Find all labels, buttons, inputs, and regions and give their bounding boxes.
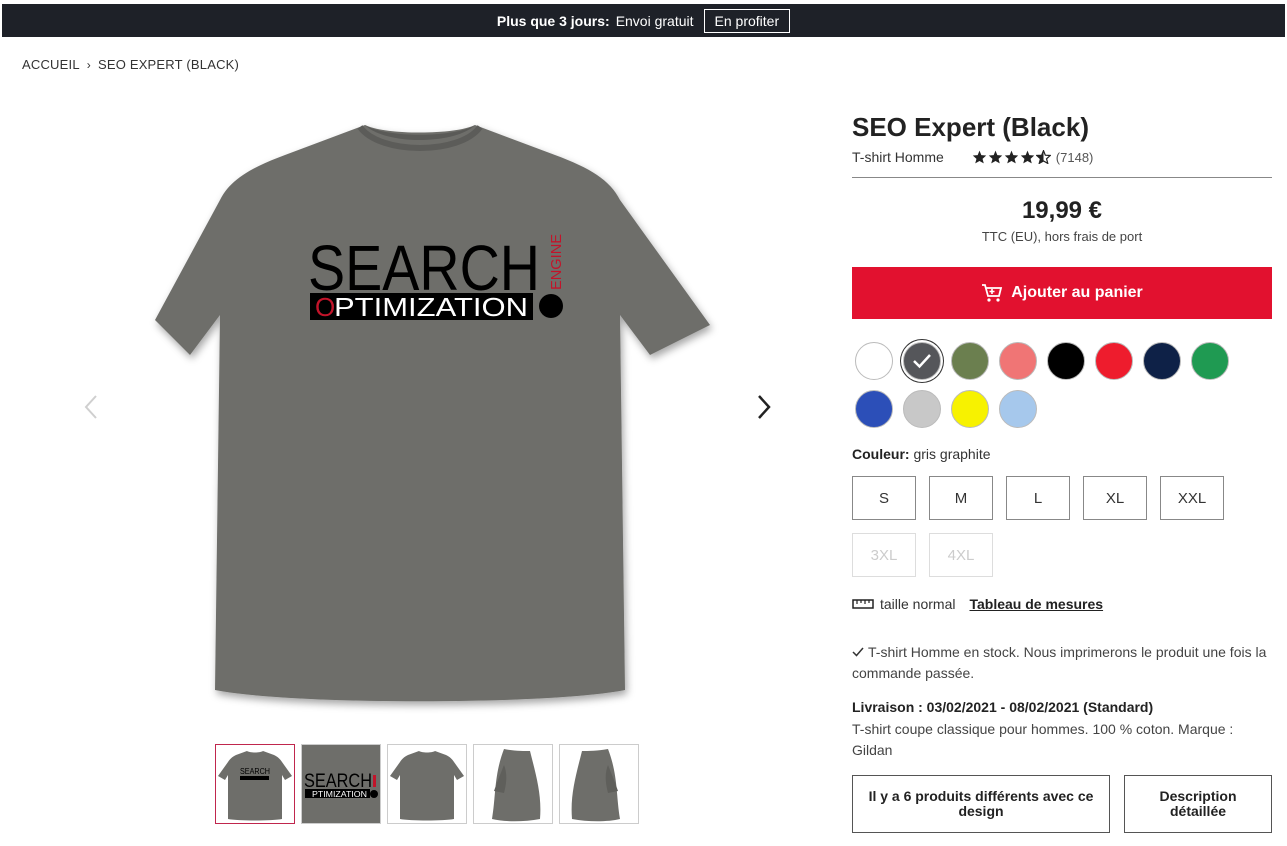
star-full-icon [988, 150, 1002, 164]
add-to-cart-label: Ajouter au panier [1011, 284, 1143, 301]
promo-offer-text: Envoi gratuit [615, 12, 694, 29]
detailed-description-button[interactable]: Description détaillée [1124, 775, 1272, 833]
promo-bold-text: Plus que 3 jours: [496, 12, 610, 29]
stock-info: T-shirt Homme en stock. Nous imprimerons… [852, 642, 1277, 684]
next-image-arrow-icon[interactable] [757, 394, 771, 427]
size-selector: S M L XL XXL 3XL 4XL [852, 476, 1242, 577]
product-price: 19,99 € [1021, 197, 1103, 224]
product-subtitle-row: T-shirt Homme (7148) [852, 149, 1272, 165]
svg-text:PTIMIZATION: PTIMIZATION [334, 292, 528, 322]
thumbnail-side-left[interactable] [473, 744, 553, 824]
checkmark-icon [852, 647, 864, 657]
color-swatch[interactable] [951, 342, 989, 380]
size-option-xxl[interactable]: XXL [1160, 476, 1224, 520]
add-to-cart-button[interactable]: Ajouter au panier [852, 267, 1272, 319]
star-full-icon [1020, 150, 1034, 164]
color-swatch[interactable] [1191, 342, 1229, 380]
size-option-xl[interactable]: XL [1083, 476, 1147, 520]
product-description: T-shirt coupe classique pour hommes. 100… [852, 721, 1234, 758]
thumbnail-design-closeup[interactable]: SEARCH PTIMIZATION [301, 744, 381, 824]
promo-bar: Plus que 3 jours: Envoi gratuit En profi… [2, 4, 1285, 37]
breadcrumb-separator: › [86, 57, 91, 72]
breadcrumb-home-link[interactable]: ACCUEIL [22, 57, 80, 72]
tshirt-illustration: SEARCH O PTIMIZATION ENGINE [155, 125, 710, 702]
color-label-key: Couleur: [852, 446, 910, 462]
thumbnail-strip: SEARCH SEARCH PTIMIZATION [215, 744, 639, 824]
thumbnail-back[interactable] [387, 744, 467, 824]
color-swatch-list [855, 342, 1275, 428]
fit-label: taille normal [880, 596, 956, 612]
color-swatch[interactable] [1143, 342, 1181, 380]
other-products-button[interactable]: Il y a 6 produits différents avec ce des… [852, 775, 1110, 833]
rating-count: (7148) [1055, 149, 1094, 165]
breadcrumb: ACCUEIL › SEO EXPERT (BLACK) [22, 57, 239, 72]
rating-stars[interactable]: (7148) [972, 149, 1094, 165]
title-divider [852, 177, 1272, 178]
color-swatch[interactable] [951, 390, 989, 428]
color-swatch[interactable] [855, 390, 893, 428]
size-option-l[interactable]: L [1006, 476, 1070, 520]
stock-text: T-shirt Homme en stock. Nous imprimerons… [852, 644, 1267, 681]
fit-row: taille normal Tableau de mesures [852, 596, 1103, 612]
breadcrumb-current: SEO EXPERT (BLACK) [97, 57, 240, 72]
svg-text:O: O [315, 292, 335, 322]
star-half-icon [1035, 150, 1051, 164]
product-type: T-shirt Homme [852, 149, 944, 165]
previous-image-arrow-icon[interactable] [84, 394, 98, 427]
color-label-value: gris graphite [913, 446, 991, 462]
delivery-info: Livraison : 03/02/2021 - 08/02/2021 (Sta… [852, 699, 1154, 715]
thumbnail-front[interactable]: SEARCH [215, 744, 295, 824]
star-full-icon [972, 150, 986, 164]
size-option-4xl: 4XL [929, 533, 993, 577]
main-product-image[interactable]: SEARCH O PTIMIZATION ENGINE [110, 100, 750, 730]
color-label: Couleur: gris graphite [852, 446, 991, 462]
ruler-icon [852, 599, 874, 609]
promo-cta-button[interactable]: En profiter [703, 8, 791, 33]
color-swatch[interactable] [903, 390, 941, 428]
product-title: SEO Expert (Black) [852, 112, 1089, 142]
color-swatch[interactable] [1047, 342, 1085, 380]
svg-text:SEARCH: SEARCH [240, 767, 270, 776]
print-design: SEARCH O PTIMIZATION ENGINE [308, 232, 565, 322]
checkmark-icon [913, 354, 931, 369]
svg-text:SEARCH: SEARCH [304, 771, 372, 792]
size-option-m[interactable]: M [929, 476, 993, 520]
color-swatch[interactable] [903, 342, 941, 380]
star-full-icon [1004, 150, 1018, 164]
color-swatch[interactable] [855, 342, 893, 380]
cart-icon [982, 284, 1003, 302]
color-swatch[interactable] [999, 342, 1037, 380]
svg-text:ENGINE: ENGINE [548, 234, 565, 290]
svg-text:PTIMIZATION: PTIMIZATION [312, 790, 367, 799]
color-swatch[interactable] [1095, 342, 1133, 380]
size-option-s[interactable]: S [852, 476, 916, 520]
price-note: TTC (EU), hors frais de port [981, 229, 1143, 244]
thumbnail-side-right[interactable] [559, 744, 639, 824]
color-swatch[interactable] [999, 390, 1037, 428]
size-chart-link[interactable]: Tableau de mesures [969, 596, 1103, 612]
size-option-3xl: 3XL [852, 533, 916, 577]
